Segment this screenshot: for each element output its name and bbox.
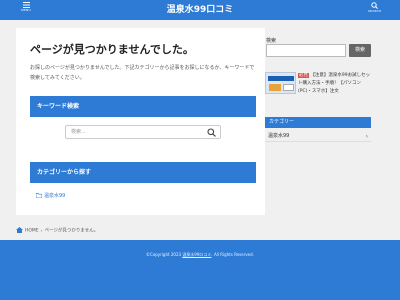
sidebar-search-input[interactable]: [266, 44, 346, 57]
breadcrumb-home-link[interactable]: HOME: [25, 229, 39, 234]
breadcrumb-current: ページが見つかりません。: [44, 228, 99, 234]
post-title[interactable]: 必見 【注意】温泉水99お試しセット購入方法・手順！【パソコン(PC)・スマホ】…: [298, 72, 371, 96]
search-icon[interactable]: [207, 128, 216, 137]
site-footer: ©Copyright 2023 温泉水99口コミ. All Rights Res…: [0, 240, 400, 300]
copyright-suffix: . All Rights Reserved.: [211, 252, 254, 257]
copyright-prefix: ©Copyright 2023: [146, 252, 182, 257]
search-label: SEARCH: [368, 9, 382, 13]
page-title: ページが見つかりませんでした。: [30, 43, 194, 56]
post-title-text: 【注意】温泉水99お試しセット購入方法・手順！【パソコン(PC)・スマホ】注文: [298, 73, 371, 94]
copyright-text: ©Copyright 2023 温泉水99口コミ. All Rights Res…: [0, 252, 400, 258]
keyword-search-heading: キーワード検索: [30, 96, 256, 117]
search-icon: [370, 2, 378, 9]
search-placeholder: 検索...: [71, 129, 86, 135]
category-link-label: 温泉水99: [44, 193, 66, 199]
folder-icon: [36, 193, 42, 198]
category-search-heading: カテゴリーから探す: [30, 162, 256, 183]
home-icon: [16, 227, 23, 233]
header-search-button[interactable]: SEARCH: [368, 2, 382, 13]
breadcrumb: HOME › ページが見つかりません。: [16, 227, 98, 235]
site-header: MENU 温泉水99口コミ SEARCH: [0, 0, 400, 20]
popular-post-item[interactable]: 必見 【注意】温泉水99お試しセット購入方法・手順！【パソコン(PC)・スマホ】…: [265, 72, 371, 96]
breadcrumb-separator: ›: [40, 228, 43, 234]
sidebar-category-heading: カテゴリー: [265, 117, 371, 128]
main-content: ページが見つかりませんでした。 お探しのページが見つかりませんでした。下記カテゴ…: [16, 28, 265, 215]
site-title[interactable]: 温泉水99口コミ: [0, 3, 400, 17]
chevron-right-icon: ›: [365, 133, 368, 140]
footer-site-link[interactable]: 温泉水99口コミ: [182, 252, 211, 257]
sidebar-category-label: 温泉水99: [268, 133, 290, 139]
post-thumbnail[interactable]: [265, 72, 296, 94]
sidebar-search-button[interactable]: 検索: [349, 44, 371, 57]
post-tag-badge: 必見: [298, 73, 309, 78]
sidebar-search-label: 検索: [266, 38, 277, 44]
keyword-search-input[interactable]: 検索...: [65, 125, 221, 139]
sidebar-category-item[interactable]: 温泉水99 ›: [265, 131, 371, 142]
not-found-message: お探しのページが見つかりませんでした。下記カテゴリーから記事をお探しになるか、キ…: [30, 65, 255, 81]
category-link[interactable]: 温泉水99: [36, 192, 65, 200]
